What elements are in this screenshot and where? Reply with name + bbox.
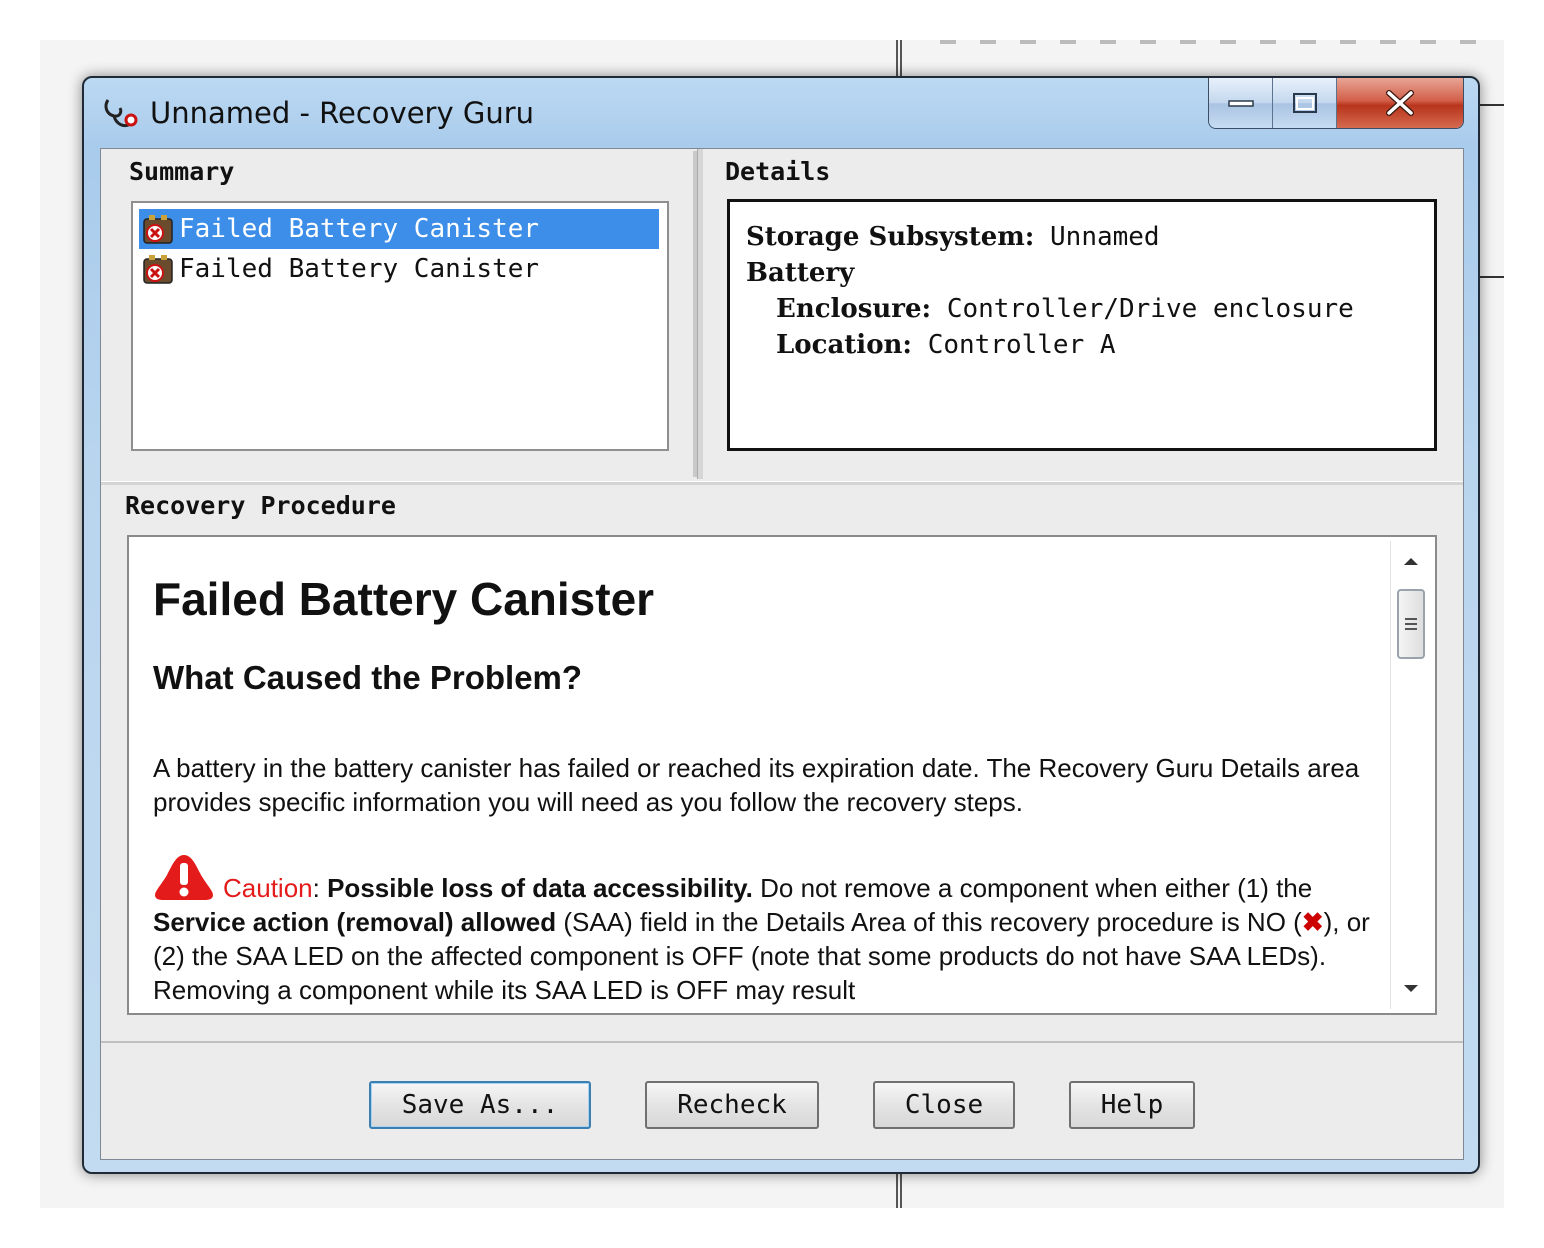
detail-battery: Battery bbox=[746, 258, 854, 288]
button-bar: Save As... Recheck Close Help bbox=[101, 1041, 1463, 1161]
caution-colon: : bbox=[312, 873, 320, 903]
recovery-procedure-pane: Recovery Procedure Failed Battery Canist… bbox=[101, 485, 1463, 1025]
x-mark-icon: ✖ bbox=[1301, 907, 1324, 937]
background-dashes bbox=[940, 40, 1500, 44]
minimize-icon bbox=[1227, 100, 1254, 107]
detail-location-label: Location: bbox=[776, 330, 913, 360]
procedure-subtitle: What Caused the Problem? bbox=[153, 659, 583, 696]
scroll-up-button[interactable] bbox=[1391, 541, 1431, 581]
summary-pane: Summary Failed Battery Canister Failed B… bbox=[103, 151, 697, 477]
maximize-icon bbox=[1292, 93, 1317, 113]
procedure-content: Failed Battery Canister What Caused the … bbox=[153, 547, 1383, 1007]
summary-heading: Summary bbox=[129, 157, 235, 186]
procedure-viewer[interactable]: Failed Battery Canister What Caused the … bbox=[127, 535, 1437, 1015]
caution-text-1: Do not remove a component when either (1… bbox=[760, 873, 1313, 903]
procedure-paragraph: A battery in the battery canister has fa… bbox=[153, 753, 1360, 817]
detail-subsystem: Storage Subsystem: Unnamed bbox=[746, 222, 1160, 252]
details-pane: Details Storage Subsystem: Unnamed Batte… bbox=[703, 151, 1461, 477]
detail-battery-label: Battery bbox=[746, 258, 855, 288]
client-area: Summary Failed Battery Canister Failed B… bbox=[100, 148, 1464, 1160]
detail-enclosure-label: Enclosure: bbox=[776, 294, 932, 324]
save-as-button[interactable]: Save As... bbox=[369, 1081, 591, 1129]
details-heading: Details bbox=[725, 157, 831, 186]
background-tick bbox=[1480, 104, 1504, 106]
close-button[interactable]: Close bbox=[873, 1081, 1015, 1129]
stethoscope-icon bbox=[104, 99, 138, 128]
detail-location: Location: Controller A bbox=[776, 330, 1116, 360]
help-button[interactable]: Help bbox=[1069, 1081, 1195, 1129]
procedure-title: Failed Battery Canister bbox=[153, 573, 655, 625]
warning-icon bbox=[155, 855, 213, 900]
caution-label: Caution bbox=[223, 873, 313, 903]
procedure-heading: Recovery Procedure bbox=[125, 491, 396, 520]
maximize-button[interactable] bbox=[1273, 78, 1337, 128]
list-item[interactable]: Failed Battery Canister bbox=[139, 209, 659, 249]
window-title: Unnamed - Recovery Guru bbox=[150, 96, 534, 130]
caution-bold-2: Service action (removal) allowed bbox=[153, 907, 557, 937]
list-item-label: Failed Battery Canister bbox=[179, 214, 540, 244]
recovery-guru-window: Unnamed - Recovery Guru Summary Failed B… bbox=[82, 76, 1480, 1174]
minimize-button[interactable] bbox=[1209, 78, 1273, 128]
close-window-button[interactable] bbox=[1337, 78, 1463, 128]
list-item-label: Failed Battery Canister bbox=[179, 254, 540, 284]
failed-battery-icon bbox=[143, 255, 173, 284]
title-bar[interactable]: Unnamed - Recovery Guru bbox=[84, 78, 1478, 148]
caution-note: Caution: Possible loss of data accessibi… bbox=[153, 853, 1383, 1007]
detail-subsystem-value: Unnamed bbox=[1050, 222, 1160, 252]
close-icon bbox=[1386, 90, 1414, 116]
arrow-down-icon bbox=[1404, 985, 1418, 992]
background-tick bbox=[1480, 276, 1504, 278]
detail-enclosure-value: Controller/Drive enclosure bbox=[946, 294, 1354, 324]
scroll-thumb[interactable] bbox=[1397, 589, 1425, 659]
caution-bold: Possible loss of data accessibility. bbox=[327, 873, 753, 903]
caution-text-2: (SAA) field in the Details Area of this … bbox=[563, 907, 1302, 937]
recheck-button[interactable]: Recheck bbox=[645, 1081, 819, 1129]
list-item[interactable]: Failed Battery Canister bbox=[139, 249, 661, 289]
vertical-scrollbar[interactable] bbox=[1390, 541, 1431, 1009]
detail-enclosure: Enclosure: Controller/Drive enclosure bbox=[776, 294, 1354, 324]
details-box: Storage Subsystem: Unnamed Battery Enclo… bbox=[727, 199, 1437, 451]
failed-battery-icon bbox=[143, 215, 173, 244]
summary-list[interactable]: Failed Battery Canister Failed Battery C… bbox=[131, 201, 669, 451]
grip-icon bbox=[1405, 618, 1417, 630]
detail-location-value: Controller A bbox=[927, 330, 1116, 360]
arrow-up-icon bbox=[1404, 558, 1418, 565]
caption-buttons bbox=[1208, 78, 1464, 129]
detail-subsystem-label: Storage Subsystem: bbox=[746, 222, 1035, 252]
scroll-down-button[interactable] bbox=[1391, 969, 1431, 1009]
